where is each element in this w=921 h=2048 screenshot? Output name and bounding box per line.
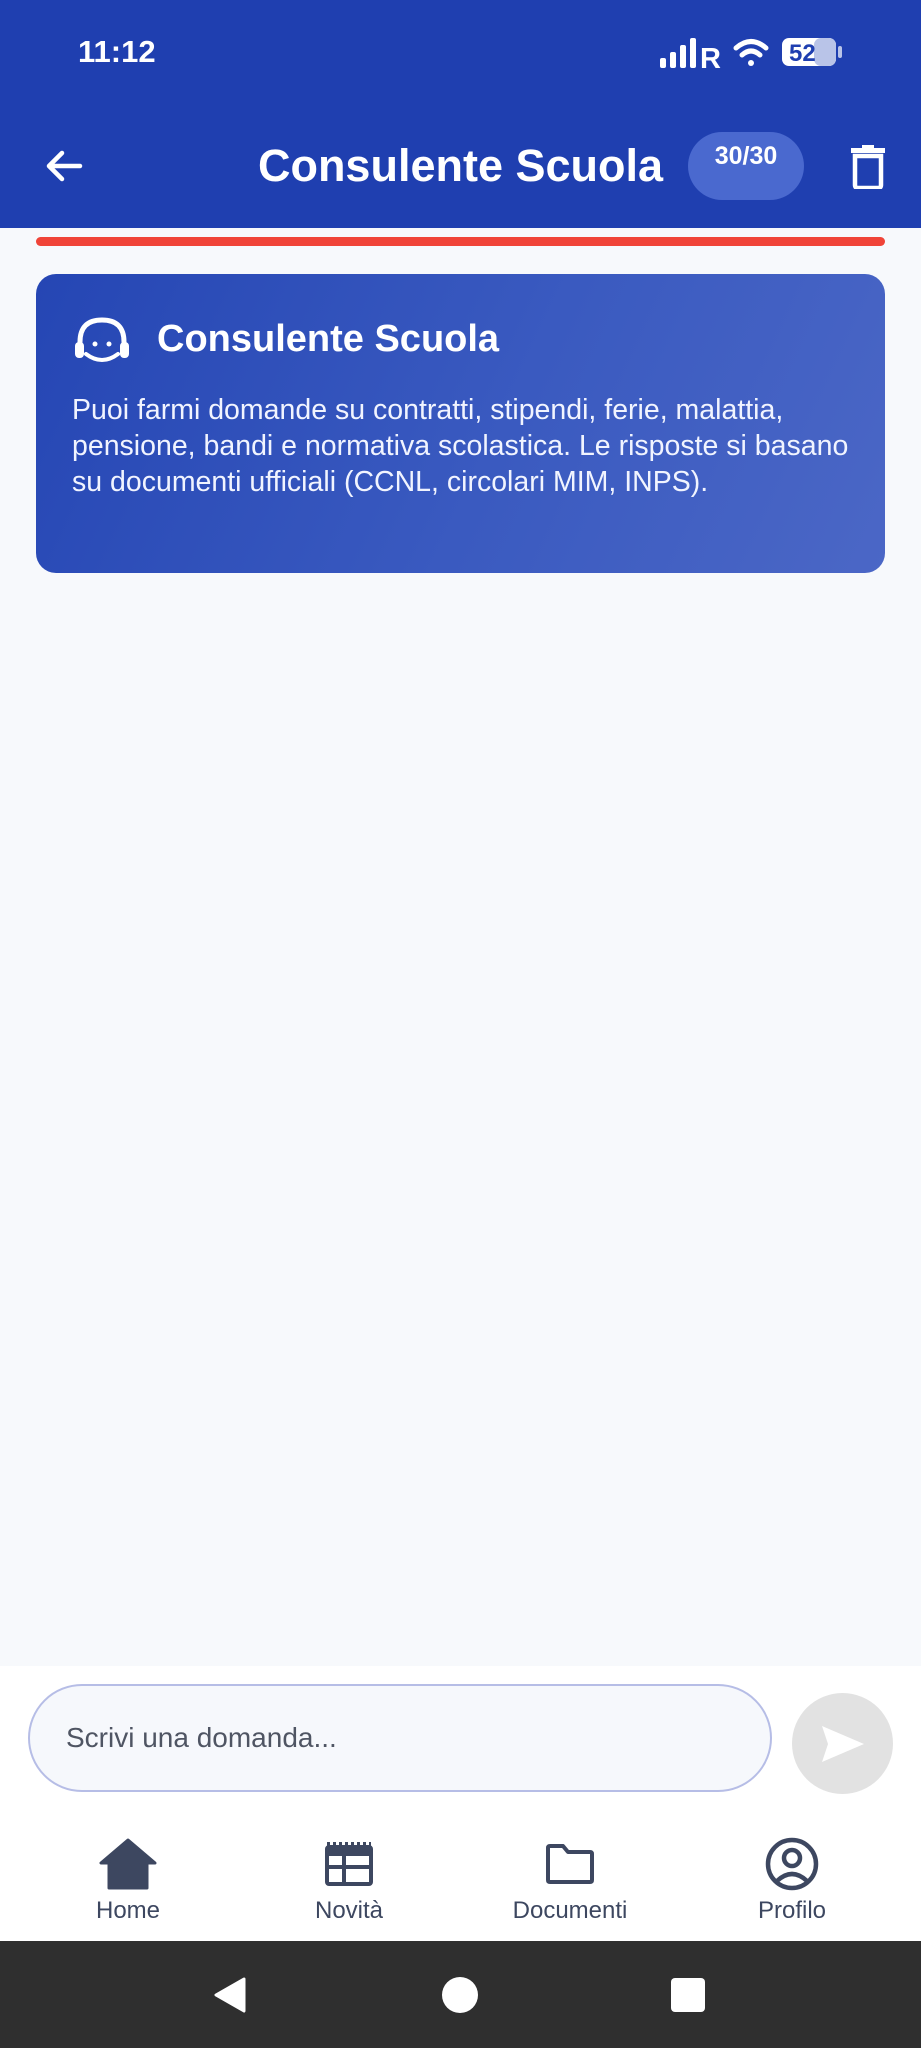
- page-title-text: Consulente Scuola: [257, 140, 664, 191]
- system-back-button[interactable]: [200, 1965, 260, 2025]
- home-circle-icon: [442, 1977, 478, 2013]
- assistant-intro-card: Consulente Scuola Puoi farmi domande su …: [36, 274, 885, 573]
- nav-item-profile[interactable]: Profilo: [692, 1837, 892, 1933]
- send-button[interactable]: [792, 1693, 893, 1794]
- back-triangle-icon: [214, 1977, 246, 2013]
- system-home-button[interactable]: [430, 1965, 490, 2025]
- battery-level: 52: [789, 40, 816, 67]
- nav-item-home[interactable]: Home: [28, 1837, 228, 1933]
- news-icon: [325, 1842, 373, 1886]
- nav-label-documents: Documenti: [512, 1897, 628, 1924]
- system-recents-button[interactable]: [658, 1965, 718, 2025]
- headset-icon: [75, 317, 129, 362]
- send-icon: [821, 1725, 864, 1762]
- wifi-icon: [733, 39, 769, 66]
- question-counter-badge: 30/30: [688, 132, 804, 200]
- card-title: Consulente Scuola: [157, 318, 500, 360]
- bottom-navigation: Home Novità Documenti Profilo: [0, 1823, 921, 1941]
- app-bar: 11:12 R 52 Consulente Scuola 30/30: [0, 0, 921, 228]
- nav-item-documents[interactable]: Documenti: [470, 1837, 670, 1933]
- nav-label-news: Novità: [314, 1897, 384, 1924]
- recents-square-icon: [671, 1978, 705, 2012]
- status-time: 11:12: [78, 34, 156, 69]
- status-icons: R 52: [660, 38, 842, 75]
- delete-chat-button[interactable]: [838, 138, 898, 196]
- trash-icon: [851, 145, 885, 189]
- signal-icon: [660, 38, 696, 68]
- system-navigation-bar: [0, 1941, 921, 2048]
- profile-icon: [765, 1837, 819, 1891]
- card-description: Puoi farmi domande su contratti, stipend…: [72, 394, 849, 498]
- nav-item-news[interactable]: Novità: [249, 1837, 449, 1933]
- usage-progress-bar: [36, 237, 885, 246]
- question-input[interactable]: [28, 1684, 772, 1792]
- nav-label-profile: Profilo: [757, 1897, 827, 1924]
- network-label: R: [700, 43, 721, 75]
- folder-icon: [546, 1844, 594, 1884]
- home-icon: [99, 1838, 157, 1890]
- message-composer: [0, 1666, 921, 1823]
- usage-progress-fill: [36, 237, 885, 246]
- battery-icon: 52: [782, 38, 842, 67]
- nav-label-home: Home: [95, 1897, 161, 1924]
